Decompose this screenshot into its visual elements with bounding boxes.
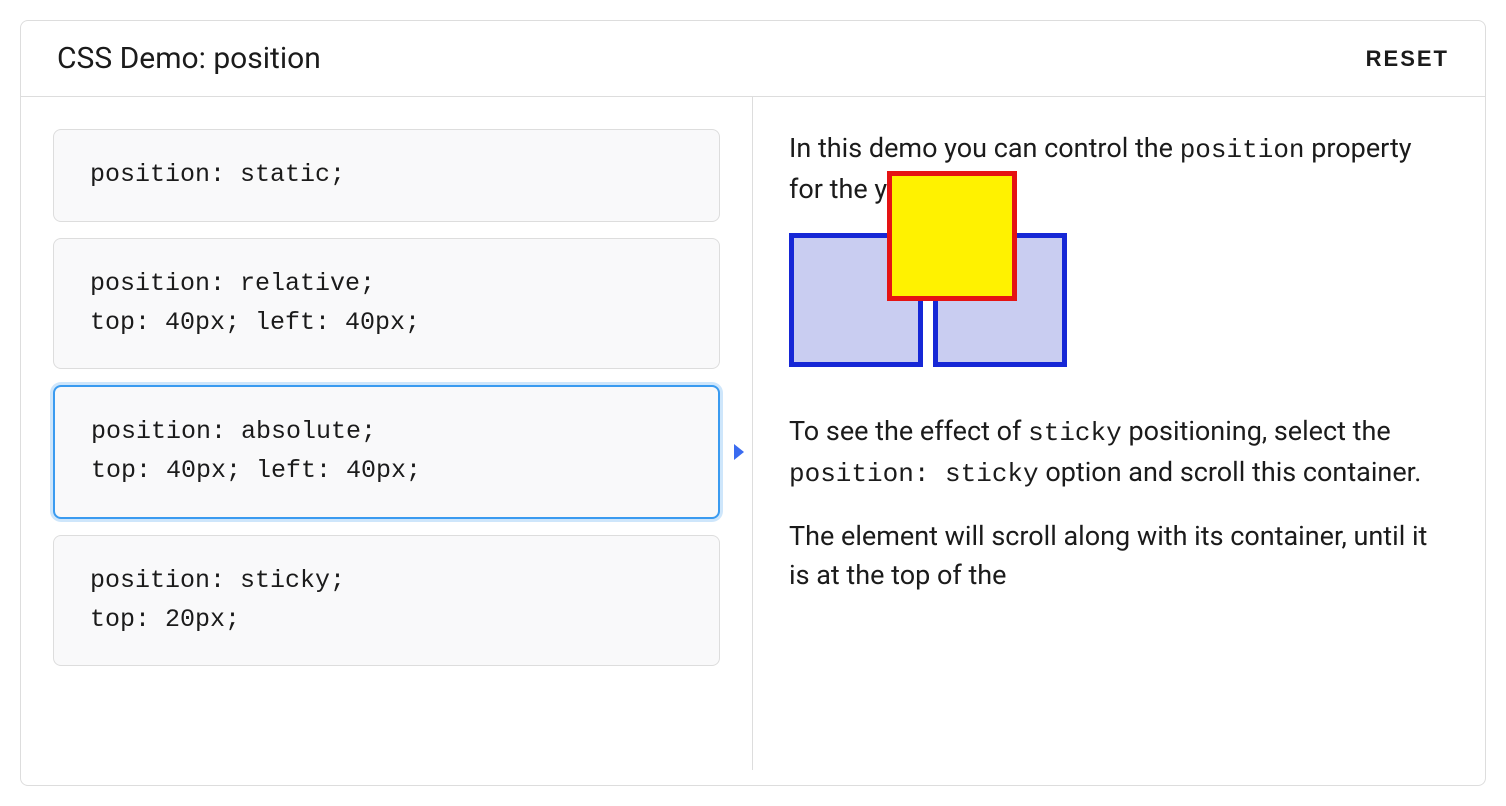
reset-button[interactable]: RESET: [1366, 46, 1449, 72]
yellow-box: [887, 171, 1017, 301]
option-code: position: sticky; top: 20px;: [90, 566, 345, 634]
demo-container: CSS Demo: position RESET position: stati…: [20, 20, 1486, 786]
output-panel[interactable]: In this demo you can control the positio…: [753, 97, 1485, 770]
output-paragraph-3: The element will scroll along with its c…: [789, 517, 1449, 595]
demo-header: CSS Demo: position RESET: [21, 21, 1485, 97]
options-panel: position: static; position: relative; to…: [21, 97, 753, 770]
option-sticky[interactable]: position: sticky; top: 20px;: [53, 535, 720, 667]
option-code: position: relative; top: 40px; left: 40p…: [90, 269, 420, 337]
text-span: positioning, select the: [1122, 415, 1391, 447]
code-inline: position: sticky: [789, 459, 1039, 489]
code-inline: sticky: [1028, 418, 1122, 448]
code-inline: position: [1180, 135, 1305, 165]
option-code: position: static;: [90, 160, 345, 189]
demo-title: CSS Demo: position: [57, 41, 321, 76]
output-paragraph-2: To see the effect of sticky positioning,…: [789, 412, 1449, 493]
option-absolute[interactable]: position: absolute; top: 40px; left: 40p…: [53, 385, 720, 519]
option-relative[interactable]: position: relative; top: 40px; left: 40p…: [53, 238, 720, 370]
text-span: To see the effect of: [789, 415, 1028, 447]
selected-indicator-icon: [734, 444, 744, 460]
text-span: option and scroll this container.: [1039, 456, 1422, 488]
text-span: In this demo you can control the: [789, 132, 1180, 164]
demo-body: position: static; position: relative; to…: [21, 97, 1485, 770]
box-demo-area: [789, 233, 1449, 368]
option-code: position: absolute; top: 40px; left: 40p…: [91, 417, 421, 485]
option-static[interactable]: position: static;: [53, 129, 720, 222]
